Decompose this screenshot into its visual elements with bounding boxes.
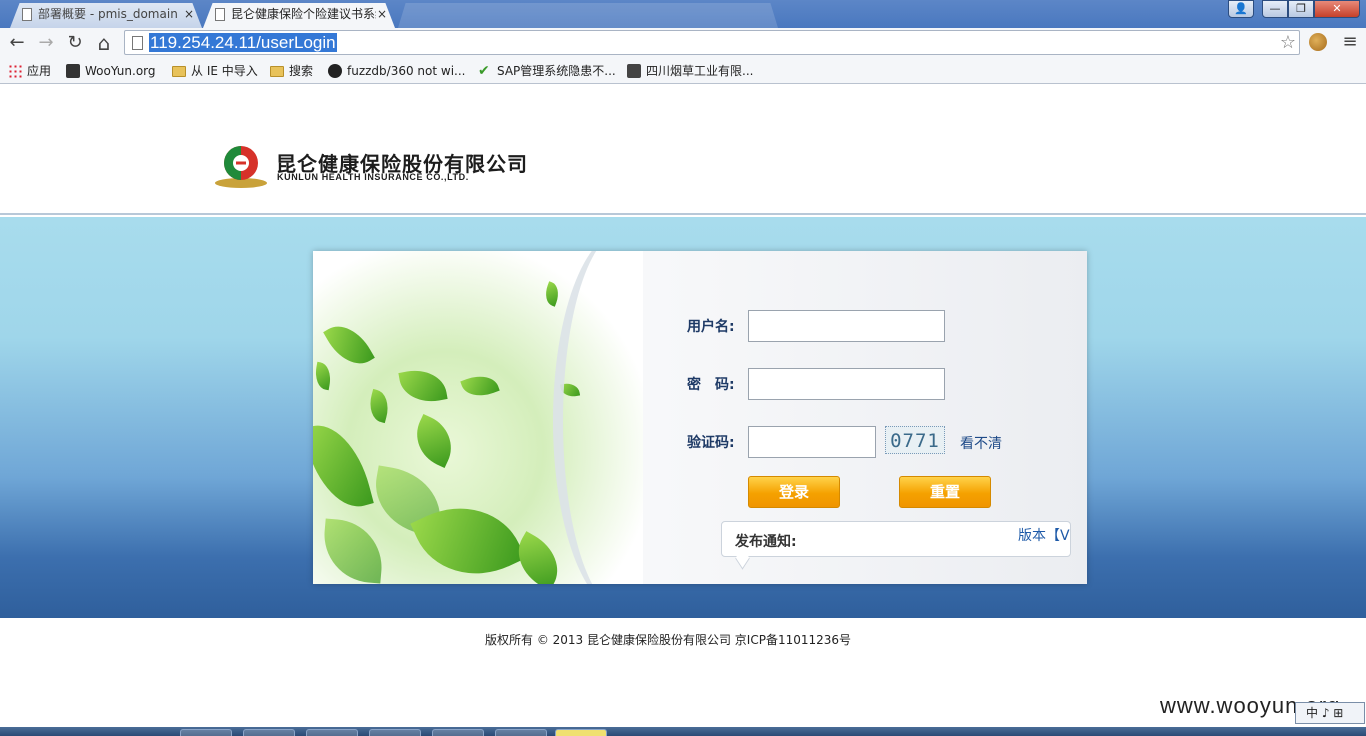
company-name-en: KUNLUN HEALTH INSURANCE CO.,LTD. [277,172,469,182]
bookmark-search[interactable]: 搜索 [270,62,313,80]
bookmark-label: 应用 [27,64,52,78]
leaf-image [313,361,334,391]
tab-userlogin[interactable]: 昆仑健康保险个险建议书系统 × [203,3,395,28]
username-input[interactable] [748,310,945,342]
username-label: 用户名: [687,319,735,335]
password-label: 密 码: [687,377,735,393]
home-icon[interactable]: ⌂ [92,31,116,55]
menu-icon[interactable]: ≡ [1340,32,1360,52]
close-window-button[interactable]: ✕ [1314,0,1360,18]
taskbar-item[interactable] [369,729,421,736]
user-icon[interactable]: 👤 [1228,0,1254,18]
tab-title: 昆仑健康保险个险建议书系统 [231,7,376,21]
taskbar-item[interactable] [495,729,547,736]
apps-icon [8,64,22,78]
taskbar-item[interactable] [555,729,607,736]
check-icon: ✔ [478,63,490,79]
bookmark-label: fuzzdb/360 not wi... [347,64,466,78]
bookmark-apps[interactable]: 应用 [8,62,51,80]
wooyun-icon [66,64,80,78]
leaf-image [541,281,563,307]
address-bar[interactable]: 119.254.24.11/userLogin ☆ [124,30,1300,55]
bookmarks-bar: 应用 WooYun.org 从 IE 中导入 搜索 fuzzdb/360 not… [0,58,1366,84]
bookmark-label: WooYun.org [85,64,156,78]
version-link[interactable]: 版本【V [1018,525,1070,545]
decorative-curve [553,251,693,584]
password-input[interactable] [748,368,945,400]
captcha-image[interactable]: 0771 [885,426,945,454]
page-footer: 版权所有 © 2013 昆仑健康保险股份有限公司 京ICP备11011236号 … [0,619,1366,727]
page-icon [132,36,143,50]
folder-icon [172,66,186,77]
captcha-input[interactable] [748,426,876,458]
url-text[interactable]: 119.254.24.11/userLogin [149,33,337,52]
leaf-image [365,388,393,424]
ime-toolbar[interactable]: 中 ♪ ⊞ [1295,702,1365,724]
leaf-image [406,413,462,469]
star-icon[interactable]: ☆ [1280,32,1296,53]
maximize-button[interactable]: ❐ [1288,0,1314,18]
bookmark-label: SAP管理系统隐患不... [497,64,616,78]
login-button[interactable]: 登录 [748,476,840,508]
bookmark-label: 从 IE 中导入 [191,64,258,78]
leaf-image [313,416,374,516]
new-tab-button[interactable] [398,3,778,28]
page-icon [22,8,32,21]
folder-icon [270,66,284,77]
taskbar-item[interactable] [306,729,358,736]
taskbar-item[interactable] [180,729,232,736]
kunlun-logo-icon [215,146,267,188]
page-icon [215,8,225,21]
close-icon[interactable]: × [377,3,387,25]
leaf-image [460,369,500,403]
forward-icon[interactable]: → [34,31,58,55]
taskbar-item[interactable] [432,729,484,736]
captcha-label: 验证码: [687,435,735,451]
bookmark-fuzzdb[interactable]: fuzzdb/360 not wi... [328,62,465,80]
taskbar-item[interactable] [243,729,295,736]
login-panel: 用户名: 密 码: 验证码: 0771 看不清 登录 重置 发布通知: 版本【V [313,251,1087,584]
leaf-image [398,365,448,407]
bookmark-wooyun[interactable]: WooYun.org [66,62,156,80]
bookmark-label: 搜索 [289,64,314,78]
copyright-text: 版权所有 © 2013 昆仑健康保险股份有限公司 京ICP备11011236号 [485,633,852,647]
page-header: 昆仑健康保险股份有限公司 KUNLUN HEALTH INSURANCE CO.… [0,85,1366,215]
bookmark-ie-import[interactable]: 从 IE 中导入 [172,62,258,80]
notice-box: 发布通知: 版本【V [721,521,1071,557]
github-icon [328,64,342,78]
tab-title: 部署概要 - pmis_domain [38,7,178,21]
back-icon[interactable]: ← [5,31,29,55]
bookmark-label: 四川烟草工业有限... [646,64,754,78]
photo-icon [627,64,641,78]
cookie-extension-icon[interactable] [1309,33,1327,51]
leaf-image [320,518,386,584]
leaf-image [323,316,375,374]
reload-icon[interactable]: ↻ [63,31,87,55]
bookmark-sap[interactable]: ✔ SAP管理系统隐患不... [478,62,616,80]
close-icon[interactable]: × [184,3,194,25]
reset-button[interactable]: 重置 [899,476,991,508]
refresh-captcha-link[interactable]: 看不清 [960,433,1002,453]
notice-title: 发布通知: [735,534,797,550]
minimize-button[interactable]: — [1262,0,1288,18]
bookmark-sichuan[interactable]: 四川烟草工业有限... [627,62,753,80]
tab-pmis-domain[interactable]: 部署概要 - pmis_domain × [10,3,202,28]
